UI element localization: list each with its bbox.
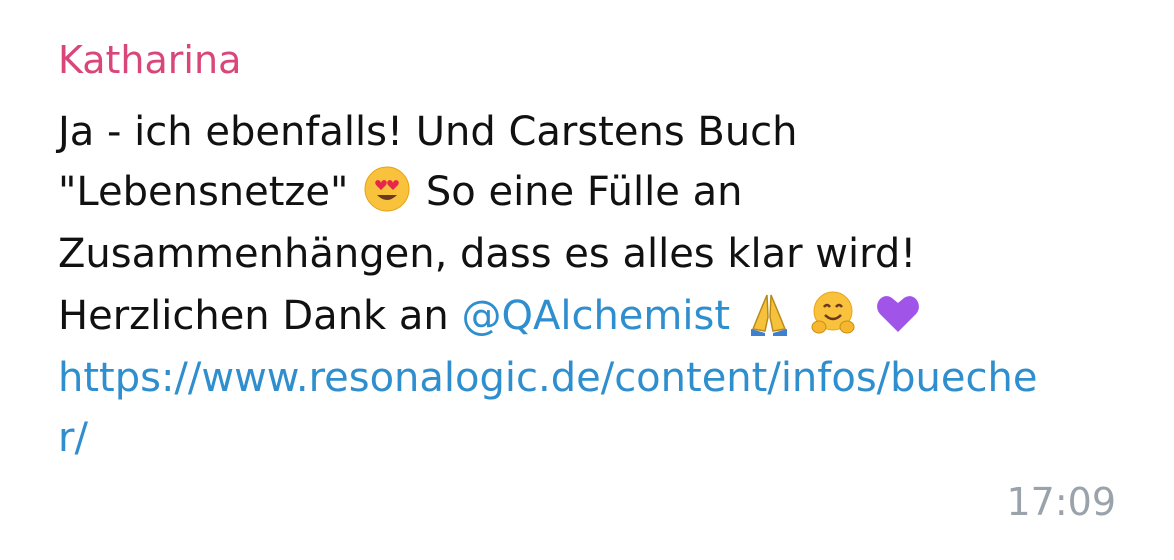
folded-hands-emoji	[745, 289, 793, 354]
message-text: So eine Fülle an	[425, 169, 743, 215]
message-timestamp: 17:09	[1006, 480, 1116, 524]
message-line: Herzlichen Dank an @QAlchemist	[58, 286, 924, 354]
message-line: "Lebensnetze" So eine Fülle an	[58, 162, 742, 230]
message-line: Zusammenhängen, dass es alles klar wird!	[58, 231, 917, 277]
message-bubble: Katharina Ja - ich ebenfalls! Und Carste…	[0, 0, 1174, 560]
sender-name[interactable]: Katharina	[58, 34, 241, 86]
message-text: Herzlichen Dank an	[58, 293, 449, 339]
url-link[interactable]: r/	[58, 415, 88, 461]
message-line: https://www.resonalogic.de/content/infos…	[58, 348, 1037, 408]
purple-heart-emoji	[874, 289, 922, 354]
message-line: Ja - ich ebenfalls! Und Carstens Buch	[58, 109, 798, 155]
user-mention-link[interactable]: @QAlchemist	[462, 293, 731, 339]
url-link[interactable]: https://www.resonalogic.de/content/infos…	[58, 355, 1037, 401]
heart-eyes-emoji	[363, 165, 411, 230]
hugging-face-emoji	[809, 289, 857, 354]
message-text: "Lebensnetze"	[58, 169, 349, 215]
message-line: r/	[58, 408, 88, 468]
